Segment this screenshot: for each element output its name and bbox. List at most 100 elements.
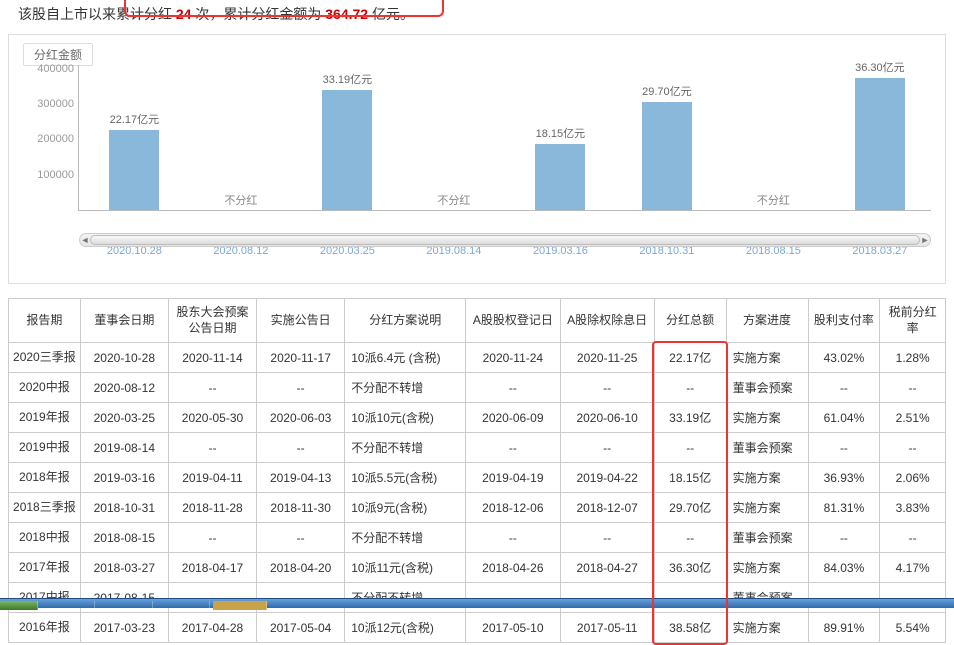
table-header: 实施公告日 (257, 299, 345, 343)
table-cell: 81.31% (808, 493, 880, 523)
table-header: 分红总额 (654, 299, 726, 343)
table-cell: -- (466, 373, 560, 403)
table-cell: 2018中报 (9, 523, 81, 553)
table-cell: 实施方案 (726, 493, 808, 523)
dividend-total: 364.72 (325, 6, 368, 22)
table-cell: 2.06% (880, 463, 946, 493)
table-cell: 10派9元(含税) (345, 493, 466, 523)
os-taskbar[interactable] (0, 598, 954, 608)
table-cell: 2016年报 (9, 613, 81, 643)
table-cell: 2017-04-28 (168, 613, 256, 643)
table-cell: 2018-08-15 (80, 523, 168, 553)
table-cell: 2018-12-06 (466, 493, 560, 523)
table-cell: -- (466, 433, 560, 463)
table-cell: 2020-11-24 (466, 343, 560, 373)
table-cell: 2019-03-16 (80, 463, 168, 493)
table-header: 税前分红率 (880, 299, 946, 343)
chart-bar: 不分红 (194, 65, 288, 210)
table-cell: 2020-06-03 (257, 403, 345, 433)
table-cell: 2017-05-11 (560, 613, 654, 643)
table-cell: 2019-04-13 (257, 463, 345, 493)
scroll-right-icon[interactable]: ► (919, 234, 931, 246)
table-cell: 2019-04-19 (466, 463, 560, 493)
table-cell: 2019-04-11 (168, 463, 256, 493)
table-cell: -- (257, 523, 345, 553)
dividend-summary: 该股自上市以来累计分红 24 次，累计分红金额为 364.72 亿元。 (0, 0, 954, 28)
table-cell: 2019中报 (9, 433, 81, 463)
table-cell: 38.58亿 (654, 613, 726, 643)
table-cell: 5.54% (880, 613, 946, 643)
table-cell: 2017-05-10 (466, 613, 560, 643)
table-row: 2019年报2020-03-252020-05-302020-06-0310派1… (9, 403, 946, 433)
table-cell: 61.04% (808, 403, 880, 433)
table-cell: -- (560, 523, 654, 553)
table-cell: 不分配不转增 (345, 373, 466, 403)
table-cell: 2020-08-12 (80, 373, 168, 403)
table-cell: -- (257, 433, 345, 463)
table-cell: 33.19亿 (654, 403, 726, 433)
table-cell: 2020-06-09 (466, 403, 560, 433)
table-cell: 实施方案 (726, 463, 808, 493)
table-cell: 董事会预案 (726, 523, 808, 553)
chart-bar: 36.30亿元 (833, 65, 927, 210)
dividend-history-table: 报告期董事会日期股东大会预案公告日期实施公告日分红方案说明A股股权登记日A股除权… (8, 298, 946, 643)
table-cell: 10派10元(含税) (345, 403, 466, 433)
chart-bar: 29.70亿元 (620, 65, 714, 210)
table-cell: 2018年报 (9, 463, 81, 493)
table-cell: 2018-04-27 (560, 553, 654, 583)
table-cell: 2018-04-26 (466, 553, 560, 583)
table-cell: -- (654, 373, 726, 403)
table-cell: 10派6.4元 (含税) (345, 343, 466, 373)
chart-horizontal-scrollbar[interactable]: ◄ ► (79, 233, 931, 247)
chart-bar: 22.17亿元 (88, 65, 182, 210)
table-cell: 2017-05-04 (257, 613, 345, 643)
table-cell: -- (808, 523, 880, 553)
table-row: 2017年报2018-03-272018-04-172018-04-2010派1… (9, 553, 946, 583)
table-cell: -- (257, 373, 345, 403)
table-row: 2018中报2018-08-15----不分配不转增------董事会预案---… (9, 523, 946, 553)
table-cell: 10派11元(含税) (345, 553, 466, 583)
table-cell: 实施方案 (726, 553, 808, 583)
table-row: 2020中报2020-08-12----不分配不转增------董事会预案---… (9, 373, 946, 403)
table-cell: -- (880, 523, 946, 553)
chart-bar: 不分红 (407, 65, 501, 210)
table-header: 分红方案说明 (345, 299, 466, 343)
table-cell: 2018-04-20 (257, 553, 345, 583)
table-cell: 2018-04-17 (168, 553, 256, 583)
table-cell: 2020-11-17 (257, 343, 345, 373)
table-cell: 2019年报 (9, 403, 81, 433)
table-cell: 2018-10-31 (80, 493, 168, 523)
table-cell: 84.03% (808, 553, 880, 583)
table-row: 2018年报2019-03-162019-04-112019-04-1310派5… (9, 463, 946, 493)
table-cell: 2020-11-14 (168, 343, 256, 373)
chart-y-axis: 400000 300000 200000 100000 (23, 65, 79, 211)
table-row: 2020三季报2020-10-282020-11-142020-11-1710派… (9, 343, 946, 373)
table-cell: -- (808, 373, 880, 403)
table-cell: 2020-11-25 (560, 343, 654, 373)
table-cell: -- (560, 433, 654, 463)
table-cell: 2018-11-28 (168, 493, 256, 523)
table-row: 2016年报2017-03-232017-04-282017-05-0410派1… (9, 613, 946, 643)
table-cell: 18.15亿 (654, 463, 726, 493)
table-cell: 2017-03-23 (80, 613, 168, 643)
table-cell: 10派12元(含税) (345, 613, 466, 643)
table-cell: 36.93% (808, 463, 880, 493)
chart-bar: 18.15亿元 (514, 65, 608, 210)
table-header: 报告期 (9, 299, 81, 343)
table-cell: 43.02% (808, 343, 880, 373)
table-cell: 1.28% (880, 343, 946, 373)
chart-bars: 22.17亿元不分红33.19亿元不分红18.15亿元29.70亿元不分红36.… (79, 65, 931, 211)
table-header: 股东大会预案公告日期 (168, 299, 256, 343)
table-cell: 2018-03-27 (80, 553, 168, 583)
table-cell: -- (168, 433, 256, 463)
table-cell: 2017年报 (9, 553, 81, 583)
table-cell: -- (168, 523, 256, 553)
table-row: 2018三季报2018-10-312018-11-282018-11-3010派… (9, 493, 946, 523)
table-cell: 2020三季报 (9, 343, 81, 373)
table-cell: -- (808, 433, 880, 463)
table-cell: 2020-06-10 (560, 403, 654, 433)
chart-bar: 33.19亿元 (301, 65, 395, 210)
scrollbar-thumb[interactable] (90, 235, 920, 245)
table-cell: -- (560, 373, 654, 403)
table-header: 董事会日期 (80, 299, 168, 343)
